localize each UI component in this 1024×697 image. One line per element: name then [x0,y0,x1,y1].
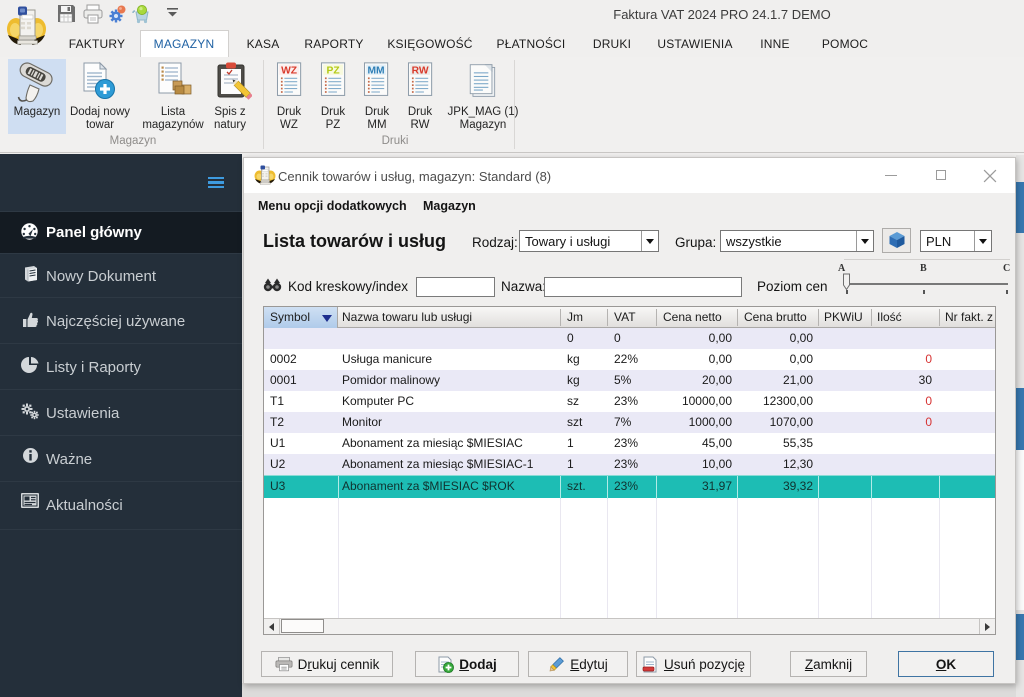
svg-text:MM: MM [368,66,385,77]
svg-text:WZ: WZ [281,66,297,77]
svg-text:PZ: PZ [327,66,340,77]
svg-text:RW: RW [412,66,429,77]
